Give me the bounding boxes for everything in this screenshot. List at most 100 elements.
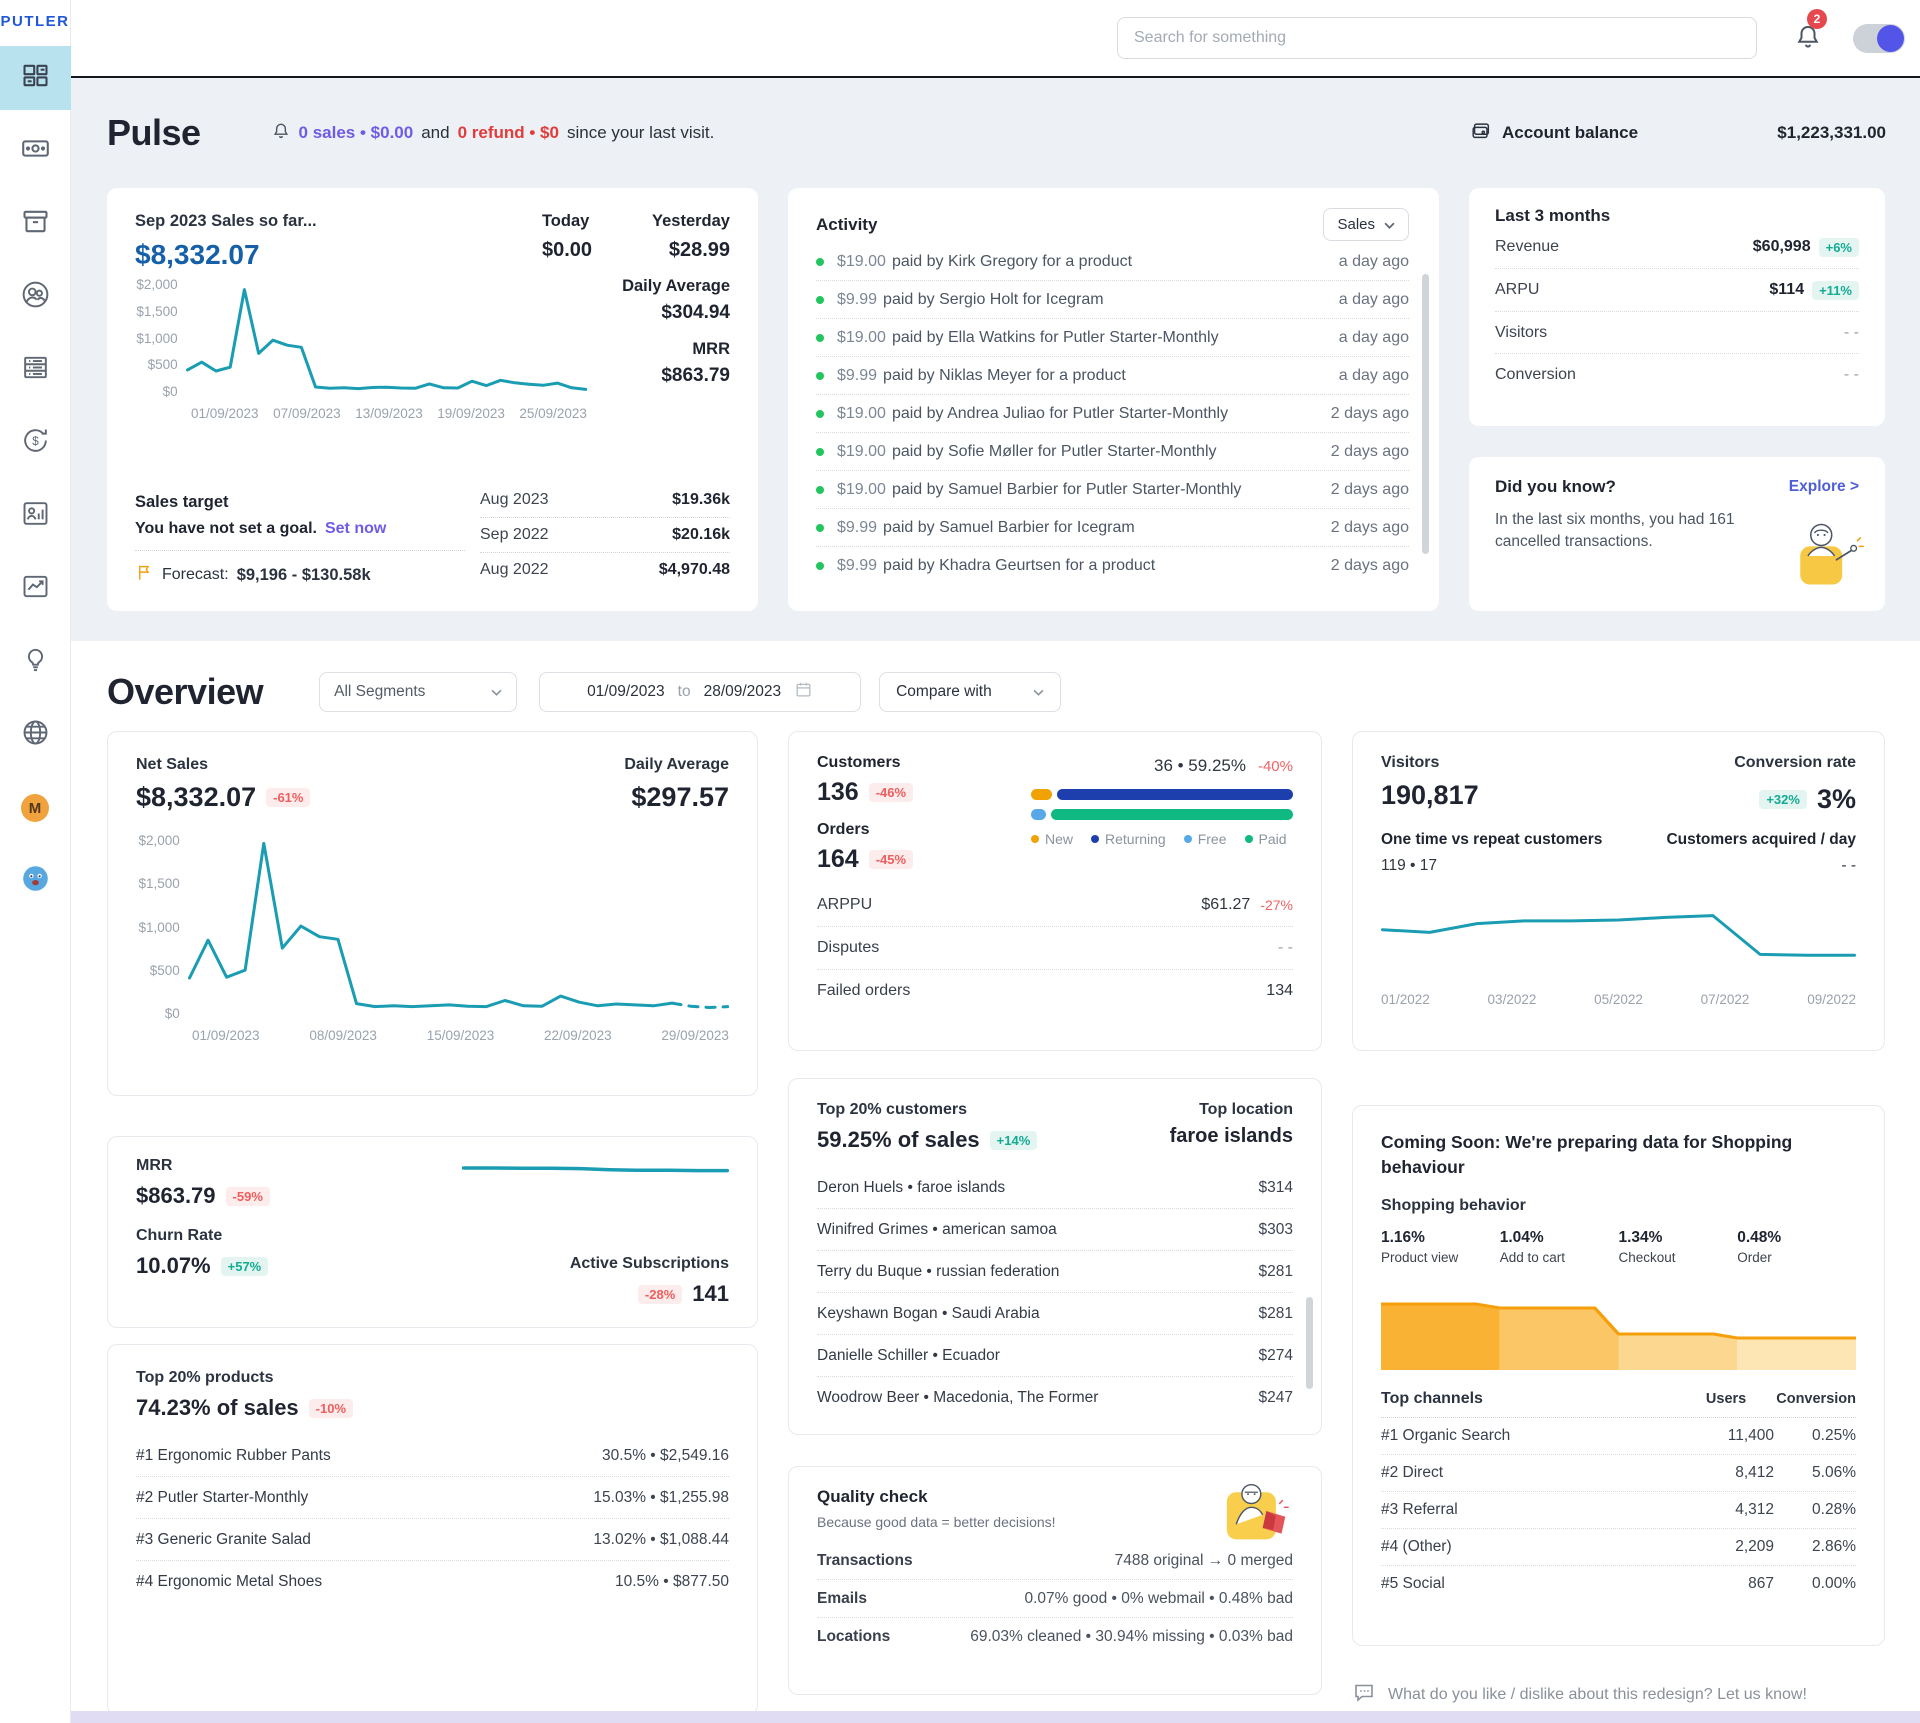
activity-time: a day ago bbox=[1338, 328, 1409, 346]
sidebar-item-sales[interactable] bbox=[0, 338, 71, 402]
bar-segment bbox=[1031, 809, 1047, 820]
sidebar-item-web-analytics[interactable] bbox=[0, 703, 71, 767]
shopping-behavior-label: Shopping behavior bbox=[1381, 1197, 1526, 1214]
metric-value: $60,998 bbox=[1752, 238, 1811, 255]
activity-text: paid by Samuel Barbier for Icegram bbox=[883, 518, 1135, 536]
compare-with-dropdown[interactable]: Compare with bbox=[879, 672, 1062, 712]
mrr-card: MRR $863.79 -59% Churn Rate 10.07% +57% bbox=[107, 1136, 758, 1328]
customers-label: Customers bbox=[817, 754, 901, 771]
quality-label: Transactions bbox=[817, 1551, 913, 1569]
sidebar-item-acquisition[interactable] bbox=[0, 484, 71, 548]
product-row: #1 Ergonomic Rubber Pants 30.5% • $2,549.… bbox=[136, 1435, 729, 1476]
top-products-change: -10% bbox=[308, 1398, 354, 1418]
sidebar-profile-avatar[interactable]: M bbox=[0, 776, 71, 840]
sidebar-item-subscriptions[interactable]: $ bbox=[0, 411, 71, 475]
customers-metrics-list: ARPPU $61.27 -27% Disputes - - Failed orders 1… bbox=[817, 884, 1293, 1012]
banknote-icon bbox=[20, 133, 51, 169]
person-pointing-illustration bbox=[1783, 514, 1869, 601]
sidebar-item-insights[interactable] bbox=[0, 630, 71, 694]
bell-small-icon bbox=[271, 121, 291, 146]
funnel-stage-value: 1.34% bbox=[1618, 1229, 1663, 1246]
sidebar-item-products[interactable] bbox=[0, 192, 71, 256]
activity-time: 2 days ago bbox=[1330, 404, 1409, 422]
activity-scrollbar[interactable] bbox=[1422, 274, 1429, 554]
legend-label: New bbox=[1045, 831, 1074, 847]
forecast-row: Forecast: $9,196 - $130.58k bbox=[135, 563, 465, 587]
one-time-vs-repeat-label: One time vs repeat customers bbox=[1381, 831, 1603, 848]
sidebar-item-transactions[interactable] bbox=[0, 119, 71, 183]
axis-tick: $1,500 bbox=[138, 876, 180, 892]
yesterday-value: $28.99 bbox=[668, 239, 730, 261]
activity-time: 2 days ago bbox=[1330, 442, 1409, 460]
top-products-list: #1 Ergonomic Rubber Pants 30.5% • $2,549.… bbox=[136, 1435, 729, 1602]
status-dot-icon bbox=[816, 257, 824, 266]
customers-card: Customers 136 -46% Orders 164 -45% 36 • … bbox=[788, 731, 1322, 1051]
top-customers-scrollbar[interactable] bbox=[1306, 1297, 1313, 1389]
sales-card-title: Sep 2023 Sales so far... bbox=[135, 212, 317, 230]
coming-soon-card: Coming Soon: We're preparing data for Sh… bbox=[1352, 1105, 1885, 1646]
activity-item: $9.99 paid by Niklas Meyer for a product a… bbox=[816, 356, 1409, 394]
axis-tick: $1,000 bbox=[138, 919, 180, 935]
metric-row: Visitors - - bbox=[1495, 311, 1859, 353]
explore-link[interactable]: Explore > bbox=[1789, 478, 1859, 496]
customer-row: Winifred Grimes • american samoa $303 bbox=[817, 1208, 1293, 1250]
conversion-rate-value: 3% bbox=[1816, 784, 1856, 814]
status-dot-icon bbox=[816, 371, 824, 380]
notifications-button[interactable]: 2 bbox=[1793, 9, 1827, 55]
churn-rate-value: 10.07% bbox=[136, 1253, 211, 1278]
product-row: #4 Ergonomic Metal Shoes 10.5% • $877.50 bbox=[136, 1560, 729, 1602]
orders-value: 164 bbox=[817, 845, 859, 873]
visitors-title: Visitors bbox=[1381, 754, 1440, 771]
date-range-picker[interactable]: 01/09/2023 to 28/09/2023 bbox=[539, 672, 862, 712]
axis-tick: 01/2022 bbox=[1381, 992, 1430, 1007]
product-stats: 15.03% • $1,255.98 bbox=[593, 1488, 729, 1506]
feedback-prompt[interactable]: What do you like / dislike about this re… bbox=[1352, 1680, 1885, 1709]
active-subscriptions-label: Active Subscriptions bbox=[569, 1255, 729, 1272]
coming-soon-title: Coming Soon: We're preparing data for Sh… bbox=[1381, 1132, 1793, 1177]
axis-tick: $500 bbox=[147, 357, 178, 373]
funnel-stage-label: Product view bbox=[1381, 1250, 1459, 1265]
segments-dropdown[interactable]: All Segments bbox=[319, 672, 518, 712]
product-row: #2 Putler Starter-Monthly 15.03% • $1,255… bbox=[136, 1476, 729, 1518]
sales-so-far-amount: $8,332.07 bbox=[135, 239, 260, 270]
set-goal-link[interactable]: Set now bbox=[325, 520, 386, 537]
sidebar-support-mascot[interactable] bbox=[0, 849, 71, 913]
list-icon bbox=[20, 352, 51, 388]
legend-item: Free bbox=[1183, 831, 1227, 847]
sidebar-item-trends[interactable] bbox=[0, 557, 71, 621]
forecast-label: Forecast: bbox=[162, 566, 229, 583]
activity-amount: $9.99 bbox=[837, 518, 878, 536]
channel-conversion: 5.06% bbox=[1812, 1464, 1856, 1481]
axis-tick: $2,000 bbox=[138, 833, 180, 848]
visitors-chart: 01/2022 03/2022 05/2022 07/2022 09/2022 bbox=[1381, 885, 1856, 1007]
funnel-stage: 1.16% Product view bbox=[1381, 1229, 1500, 1265]
top-customers-title: Top 20% customers bbox=[817, 1101, 967, 1118]
activity-filter-dropdown[interactable]: Sales bbox=[1323, 208, 1409, 241]
sidebar-item-customers[interactable] bbox=[0, 265, 71, 329]
today-label: Today bbox=[541, 212, 590, 230]
activity-list: $19.00 paid by Kirk Gregory for a product… bbox=[816, 243, 1409, 584]
notification-badge: 2 bbox=[1807, 9, 1827, 29]
activity-item: $19.00 paid by Ella Watkins for Putler St… bbox=[816, 318, 1409, 356]
activity-item: $19.00 paid by Sofie Møller for Putler St… bbox=[816, 432, 1409, 470]
customers-stat-line: 36 • 59.25% bbox=[1154, 756, 1246, 775]
net-sales-card: Net Sales $8,332.07 -61% Daily Average $… bbox=[107, 731, 758, 1096]
live-mode-toggle[interactable] bbox=[1853, 23, 1905, 53]
axis-tick: $0 bbox=[162, 384, 178, 399]
channel-row: #2 Direct 8,412 5.06% bbox=[1381, 1454, 1856, 1491]
funnel-stage-label: Add to cart bbox=[1499, 1250, 1566, 1265]
metric-change: +6% bbox=[1818, 237, 1859, 257]
axis-tick: 25/09/2023 bbox=[519, 406, 587, 421]
recurring-dollar-icon: $ bbox=[20, 425, 51, 461]
account-balance: Account balance $1,223,331.00 bbox=[1470, 120, 1886, 147]
channel-name: #2 Direct bbox=[1381, 1464, 1444, 1481]
top-customers-list: Deron Huels • faroe islands $314 Winifred … bbox=[817, 1167, 1293, 1418]
search-input[interactable] bbox=[1117, 17, 1757, 59]
axis-tick: 08/09/2023 bbox=[309, 1028, 377, 1043]
daily-average-value: $304.94 bbox=[661, 302, 730, 323]
sidebar-item-dashboard[interactable] bbox=[0, 46, 71, 110]
daily-average-label: Daily Average bbox=[622, 277, 730, 295]
last-3-months-card: Last 3 months Revenue $60,998 +6% ARPU $114 +… bbox=[1469, 188, 1885, 426]
history-label: Sep 2022 bbox=[480, 526, 549, 543]
customer-name: Keyshawn Bogan • Saudi Arabia bbox=[817, 1304, 1040, 1322]
